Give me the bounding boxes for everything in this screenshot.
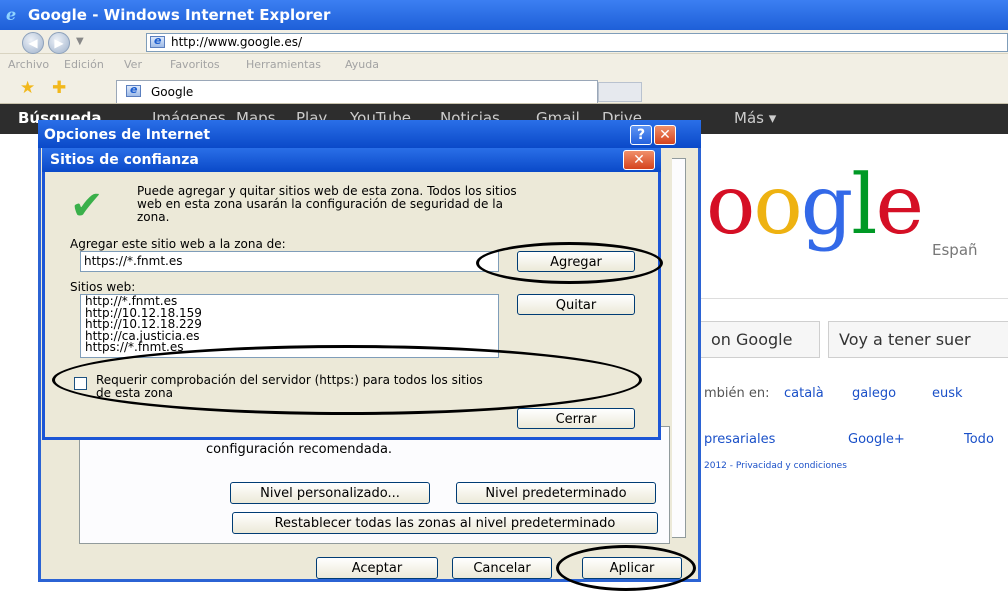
offered-in-label: mbién en:: [704, 386, 770, 401]
footer-link-todo[interactable]: Todo: [964, 432, 994, 447]
google-logo-country: Españ: [932, 241, 978, 259]
tab-title: Google: [151, 85, 194, 99]
sites-label: Sitios web:: [70, 280, 136, 294]
new-tab-button[interactable]: [598, 82, 642, 102]
help-icon[interactable]: ?: [630, 125, 652, 145]
annotation-ellipse-https: [52, 345, 642, 415]
trusted-desc-line-2: web en esta zona usarán la configuración…: [137, 197, 503, 211]
address-input[interactable]: http://www.google.es/: [146, 33, 1008, 52]
remove-button[interactable]: Quitar: [517, 294, 635, 315]
trusted-sites-close-icon[interactable]: ✕: [623, 150, 655, 170]
lang-link-euskara[interactable]: eusk: [932, 386, 963, 401]
trusted-desc-line-3: zona.: [137, 210, 170, 224]
close-dialog-button[interactable]: Cerrar: [517, 408, 635, 429]
add-site-input[interactable]: https://*.fnmt.es: [80, 251, 499, 272]
back-button[interactable]: ◀: [22, 32, 44, 54]
page-favicon-icon: [150, 34, 165, 48]
lang-link-catala[interactable]: català: [784, 386, 824, 401]
feeling-lucky-label: Voy a tener suer: [839, 330, 971, 349]
menu-ayuda[interactable]: Ayuda: [345, 58, 379, 71]
checkmark-icon: ✔: [70, 183, 104, 229]
close-icon[interactable]: ✕: [654, 125, 676, 145]
add-site-value: https://*.fnmt.es: [84, 254, 183, 268]
menu-favoritos[interactable]: Favoritos: [170, 58, 220, 71]
menu-herramientas[interactable]: Herramientas: [246, 58, 321, 71]
browser-window-title: Google - Windows Internet Explorer: [28, 6, 331, 24]
recommended-config-text: configuración recomendada.: [206, 442, 393, 457]
custom-level-button[interactable]: Nivel personalizado...: [230, 482, 430, 504]
tab-panel-edge: [672, 158, 686, 538]
menu-archivo[interactable]: Archivo: [8, 58, 49, 71]
url-text: http://www.google.es/: [171, 35, 303, 49]
internet-options-title-bar: Opciones de Internet: [38, 120, 701, 148]
google-search-button-label: on Google: [711, 330, 793, 349]
annotation-ellipse-add: [476, 242, 663, 284]
footer-link-business[interactable]: presariales: [704, 432, 775, 447]
trusted-sites-title-bar: Sitios de confianza: [42, 148, 661, 172]
google-logo: oogle: [706, 158, 924, 253]
tab-favicon-icon: [126, 83, 141, 97]
tab-google[interactable]: Google: [116, 80, 598, 103]
forward-button[interactable]: ▶: [48, 32, 70, 54]
default-level-button[interactable]: Nivel predeterminado: [456, 482, 656, 504]
menu-bar: Archivo Edición Ver Favoritos Herramient…: [0, 54, 1008, 74]
trusted-sites-title: Sitios de confianza: [50, 152, 199, 168]
add-site-label: Agregar este sitio web a la zona de:: [70, 237, 286, 251]
feeling-lucky-button[interactable]: Voy a tener suer: [828, 321, 1008, 358]
divider: [700, 298, 1008, 299]
menu-ver[interactable]: Ver: [124, 58, 142, 71]
lang-link-galego[interactable]: galego: [852, 386, 896, 401]
google-nav-mas[interactable]: Más ▾: [734, 109, 776, 127]
annotation-ellipse-apply: [556, 545, 696, 591]
footer-link-google-plus[interactable]: Google+: [848, 432, 905, 447]
accept-button[interactable]: Aceptar: [316, 557, 438, 579]
reset-all-zones-button[interactable]: Restablecer todas las zonas al nivel pre…: [232, 512, 658, 534]
history-dropdown-icon[interactable]: ▼: [76, 34, 90, 50]
favorites-star-icon[interactable]: ★: [20, 79, 35, 97]
google-search-button[interactable]: on Google: [700, 321, 820, 358]
ie-logo-icon: e: [6, 5, 17, 24]
footer-copyright[interactable]: 2012 - Privacidad y condiciones: [704, 461, 847, 471]
internet-options-title: Opciones de Internet: [44, 127, 211, 143]
browser-title-bar: Google - Windows Internet Explorer: [0, 0, 1008, 30]
menu-edicion[interactable]: Edición: [64, 58, 104, 71]
cancel-button[interactable]: Cancelar: [452, 557, 552, 579]
add-favorite-icon[interactable]: ✚: [52, 79, 66, 97]
